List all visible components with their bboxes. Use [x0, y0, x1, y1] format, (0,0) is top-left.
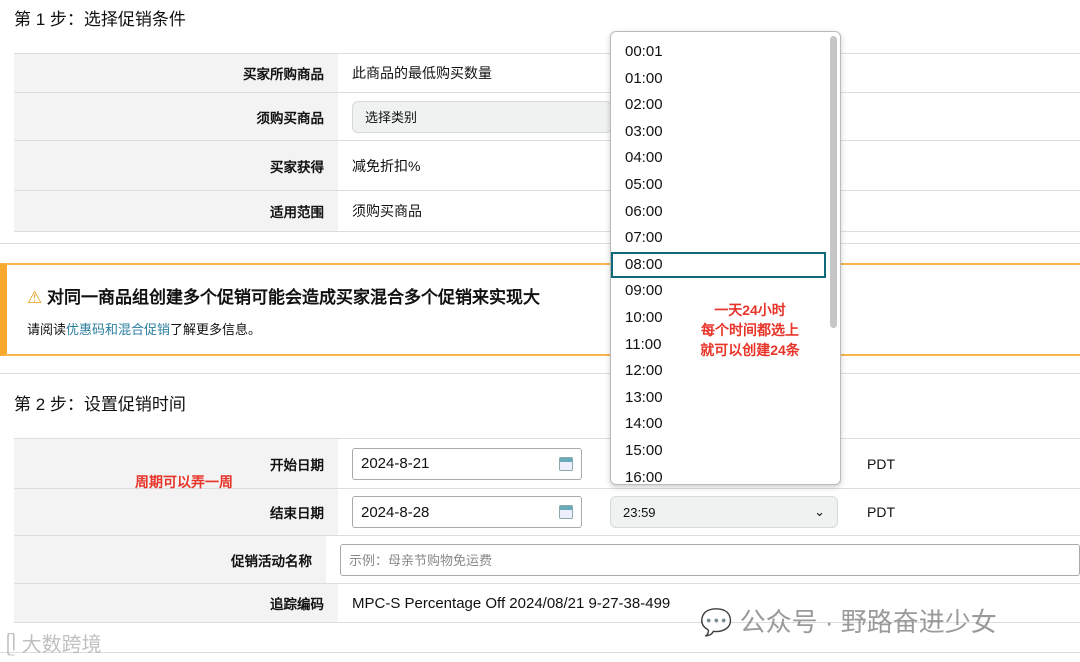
time-option[interactable]: 07:00 — [611, 225, 840, 252]
calendar-icon[interactable] — [559, 505, 573, 519]
time-option[interactable]: 08:00 — [611, 251, 826, 279]
row-label: 追踪编码 — [14, 584, 338, 622]
step1-title: 第 1 步：选择促销条件 — [14, 10, 186, 29]
time-dropdown-list[interactable]: 00:01 01:00 02:00 03:00 04:00 05:00 06:00 07:00… — [610, 31, 841, 485]
row-label: 促销活动名称 — [14, 536, 326, 583]
conditions-table: 买家所购商品 此商品的最低购买数量 须购买商品 选择类别 买家获得 减免折扣% 适用范… — [14, 53, 1080, 232]
alert-text: 了解更多信息。 — [170, 322, 262, 337]
time-option[interactable]: 15:00 — [611, 438, 840, 465]
divider — [0, 652, 1080, 653]
timezone: PDT — [867, 455, 895, 472]
wechat-icon: 💬 — [700, 607, 733, 637]
time-option[interactable]: 05:00 — [611, 172, 840, 199]
time-option[interactable]: 12:00 — [611, 358, 840, 385]
alert-title: 对同一商品组创建多个促销可能会造成买家混合多个促销来实现大 — [46, 288, 540, 307]
row-label: 结束日期 — [14, 489, 338, 535]
time-option[interactable]: 16:00 — [611, 465, 840, 485]
time-option[interactable]: 06:00 — [611, 199, 840, 226]
step2-title: 第 2 步：设置促销时间 — [14, 395, 186, 414]
promo-link[interactable]: 优惠码和混合促销 — [66, 322, 170, 337]
annotation-hours: 一天24小时 每个时间都选上 就可以创建24条 — [700, 302, 800, 358]
time-option[interactable]: 13:00 — [611, 385, 840, 412]
logo-watermark: ᥫ 大数跨境 — [6, 634, 102, 656]
row-label: 买家所购商品 — [14, 54, 338, 92]
time-option[interactable]: 04:00 — [611, 145, 840, 172]
wechat-watermark: 💬 公众号 · 野路奋进少女 — [700, 607, 997, 637]
time-option[interactable]: 01:00 — [611, 66, 840, 93]
start-date-input[interactable]: 2024-8-21 — [352, 447, 582, 480]
time-option[interactable]: 03:00 — [611, 119, 840, 146]
annotation-period: 周期可以弄一周 — [135, 474, 233, 490]
chevron-down-icon: ⌄ — [814, 504, 825, 519]
scrollbar[interactable] — [830, 36, 837, 328]
time-option[interactable]: 00:01 — [611, 39, 840, 66]
warning-alert: ⚠ 对同一商品组创建多个促销可能会造成买家混合多个促销来实现大 请阅读优惠码和混… — [0, 263, 1080, 356]
schedule-table: 开始日期 2024-8-21 PDT 结束日期 2024-8-28 23:59 ⌄ PDT … — [14, 438, 1080, 623]
row-label: 适用范围 — [14, 191, 338, 231]
divider — [0, 373, 1080, 374]
timezone: PDT — [867, 504, 895, 520]
row-label: 买家获得 — [14, 141, 338, 190]
promo-name-input[interactable]: 示例：母亲节购物免运费 — [340, 543, 1080, 576]
divider — [0, 243, 1080, 244]
alert-text: 请阅读 — [27, 322, 67, 337]
time-option[interactable]: 02:00 — [611, 92, 840, 119]
end-date-input[interactable]: 2024-8-28 — [352, 496, 582, 528]
row-label: 须购买商品 — [14, 93, 338, 140]
warning-icon: ⚠ — [27, 288, 43, 307]
time-option[interactable]: 14:00 — [611, 411, 840, 438]
end-time-select[interactable]: 23:59 ⌄ — [610, 496, 838, 528]
category-select[interactable]: 选择类别 — [352, 100, 612, 133]
calendar-icon[interactable] — [559, 456, 573, 471]
